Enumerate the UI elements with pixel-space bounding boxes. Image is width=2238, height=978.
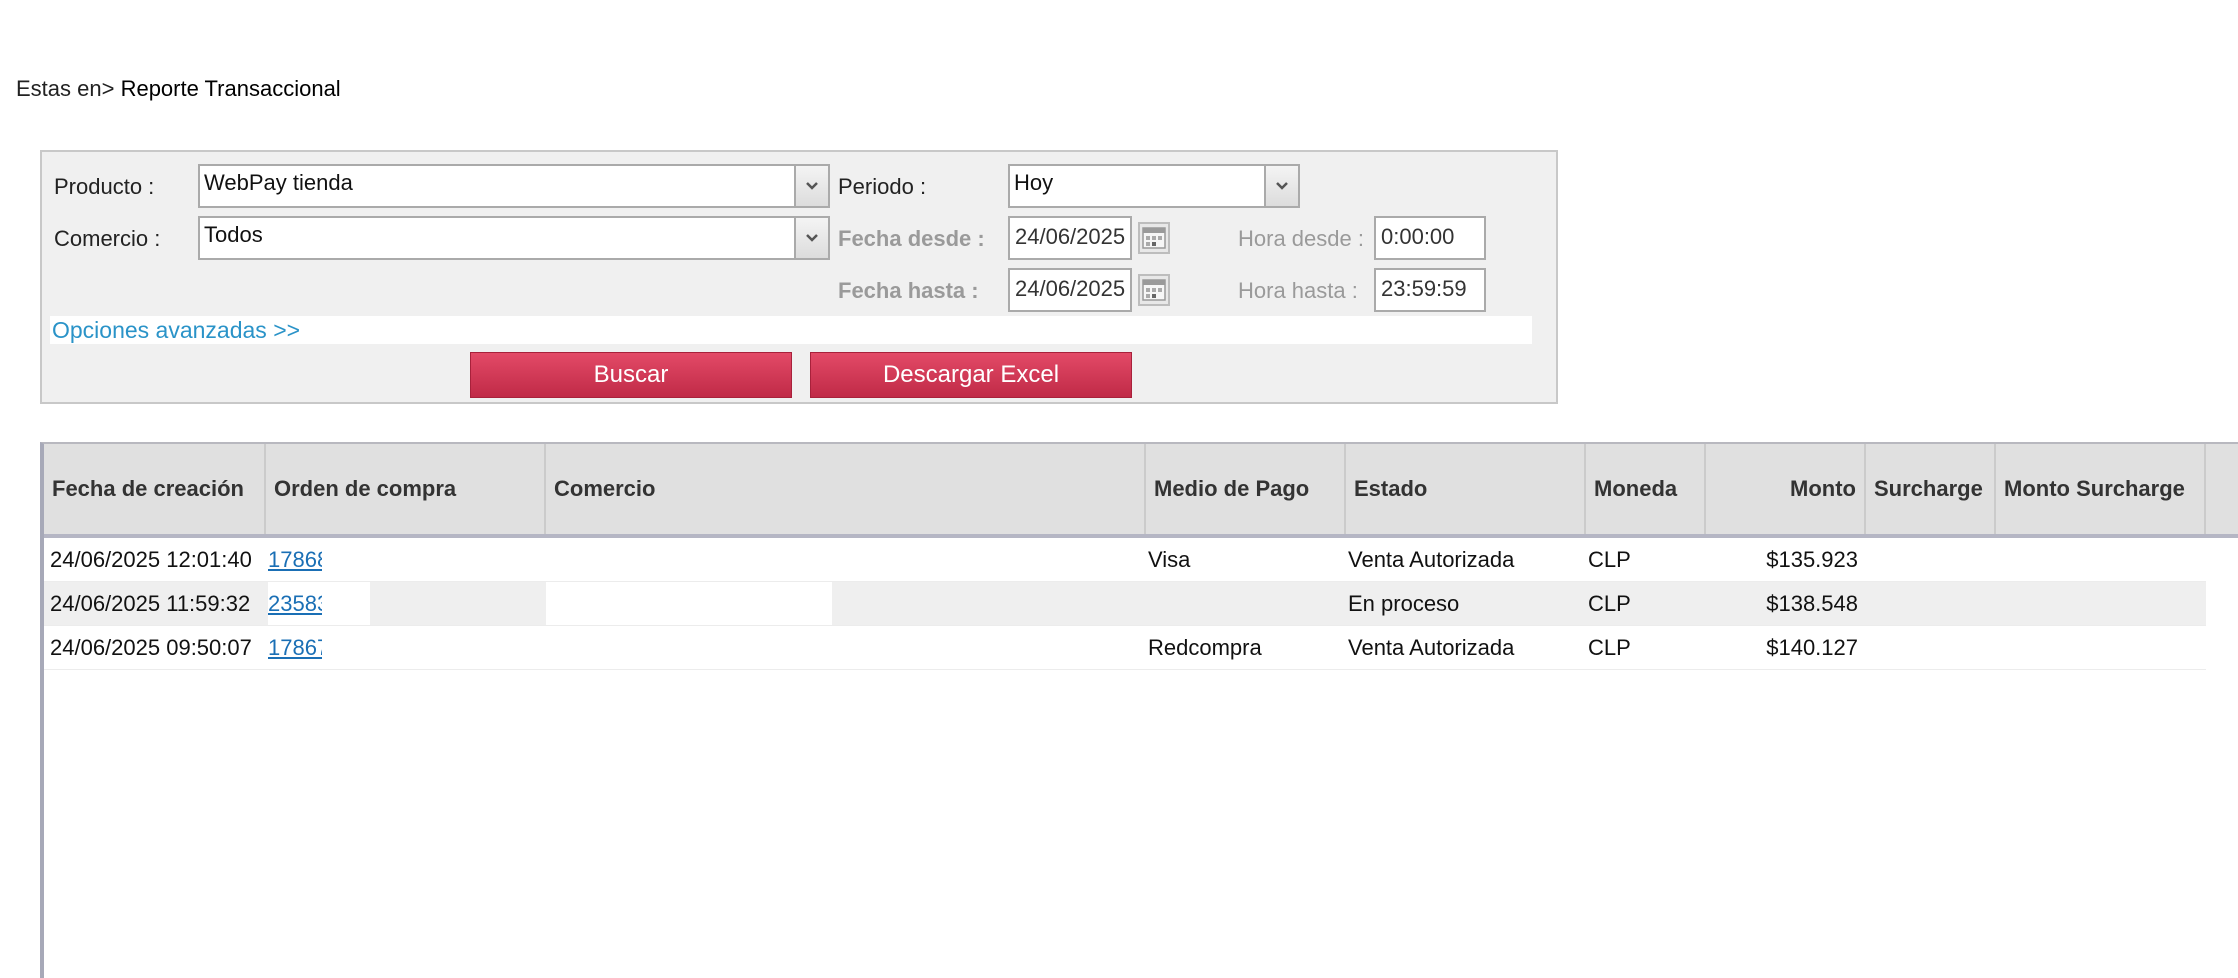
cell-fecha: 24/06/2025 09:50:07 <box>50 635 252 660</box>
periodo-select-value: Hoy <box>1014 170 1054 195</box>
cell-monto: $135.923 <box>1766 547 1858 572</box>
column-header-surcharge[interactable]: Surcharge <box>1866 444 1996 534</box>
order-link[interactable]: 23583 <box>268 591 322 616</box>
cell-surcharge <box>1870 582 1994 625</box>
cell-orden: 23583 <box>268 582 322 625</box>
cell-orden: 17868 <box>268 538 322 581</box>
cell-comercio <box>550 626 1140 669</box>
cell-moneda: CLP <box>1588 635 1631 660</box>
fecha-desde-label: Fecha desde : <box>838 226 985 251</box>
producto-select-value: WebPay tienda <box>204 170 353 195</box>
column-header-estado[interactable]: Estado <box>1346 444 1586 534</box>
calendar-icon[interactable] <box>1138 274 1170 306</box>
filter-panel: Producto : WebPay tienda Comercio : Todo… <box>40 150 1558 404</box>
column-header-moneda[interactable]: Moneda <box>1586 444 1706 534</box>
cell-medio-pago: Redcompra <box>1148 635 1262 660</box>
fecha-hasta-label: Fecha hasta : <box>838 278 979 303</box>
table-row[interactable]: 24/06/2025 12:01:40 17868 Visa Venta Aut… <box>44 538 2206 582</box>
cell-estado: Venta Autorizada <box>1348 547 1515 572</box>
fecha-hasta-input[interactable]: 24/06/2025 <box>1008 268 1132 312</box>
advanced-options-link[interactable]: Opciones avanzadas >> <box>50 316 1532 344</box>
calendar-icon[interactable] <box>1138 222 1170 254</box>
table-row[interactable]: 24/06/2025 11:59:32 23583 En proceso CLP… <box>44 582 2206 626</box>
column-header-fecha[interactable]: Fecha de creación <box>44 444 266 534</box>
hora-hasta-label: Hora hasta : <box>1238 278 1358 303</box>
cell-monto-surcharge <box>2000 538 2200 581</box>
column-header-orden[interactable]: Orden de compra <box>266 444 546 534</box>
row-band <box>370 582 546 625</box>
comercio-select[interactable]: Todos <box>198 216 830 260</box>
breadcrumb-prefix: Estas en> <box>16 76 115 101</box>
hora-desde-label: Hora desde : <box>1238 226 1364 251</box>
buscar-button[interactable]: Buscar <box>470 352 792 398</box>
cell-comercio <box>550 582 1140 625</box>
producto-select[interactable]: WebPay tienda <box>198 164 830 208</box>
cell-moneda: CLP <box>1588 591 1631 616</box>
column-header-medio-pago[interactable]: Medio de Pago <box>1146 444 1346 534</box>
chevron-down-icon[interactable] <box>794 218 828 258</box>
order-link[interactable]: 17868 <box>268 547 322 572</box>
cell-monto: $140.127 <box>1766 635 1858 660</box>
hora-desde-input[interactable]: 0:00:00 <box>1374 216 1486 260</box>
column-header-monto[interactable]: Monto <box>1706 444 1866 534</box>
breadcrumb-current: Reporte Transaccional <box>120 76 341 101</box>
cell-fecha: 24/06/2025 12:01:40 <box>50 547 252 572</box>
column-header-monto-surcharge[interactable]: Monto Surcharge <box>1996 444 2206 534</box>
cell-surcharge <box>1870 626 1994 669</box>
comercio-label: Comercio : <box>54 226 161 251</box>
producto-label: Producto : <box>54 174 155 199</box>
comercio-select-value: Todos <box>204 222 263 247</box>
table-header: Fecha de creación Orden de compra Comerc… <box>44 444 2238 538</box>
download-excel-button[interactable]: Descargar Excel <box>810 352 1132 398</box>
cell-monto: $138.548 <box>1766 591 1858 616</box>
cell-comercio <box>550 538 1140 581</box>
cell-surcharge <box>1870 538 1994 581</box>
cell-monto-surcharge <box>2000 626 2200 669</box>
column-header-comercio[interactable]: Comercio <box>546 444 1146 534</box>
breadcrumb: Estas en> Reporte Transaccional <box>16 76 341 102</box>
results-table: Fecha de creación Orden de compra Comerc… <box>40 442 2238 978</box>
cell-medio-pago: Visa <box>1148 547 1191 572</box>
cell-estado: Venta Autorizada <box>1348 635 1515 660</box>
cell-monto-surcharge <box>2000 582 2200 625</box>
hora-hasta-input[interactable]: 23:59:59 <box>1374 268 1486 312</box>
periodo-label: Periodo : <box>838 174 927 199</box>
chevron-down-icon[interactable] <box>1264 166 1298 206</box>
periodo-select[interactable]: Hoy <box>1008 164 1300 208</box>
cell-orden: 17867 <box>268 626 322 669</box>
order-link[interactable]: 17867 <box>268 635 322 660</box>
table-row[interactable]: 24/06/2025 09:50:07 17867 Redcompra Vent… <box>44 626 2206 670</box>
fecha-desde-input[interactable]: 24/06/2025 <box>1008 216 1132 260</box>
cell-estado: En proceso <box>1348 591 1460 616</box>
cell-medio-pago <box>1148 582 1344 625</box>
cell-moneda: CLP <box>1588 547 1631 572</box>
cell-fecha: 24/06/2025 11:59:32 <box>50 591 251 616</box>
chevron-down-icon[interactable] <box>794 166 828 206</box>
